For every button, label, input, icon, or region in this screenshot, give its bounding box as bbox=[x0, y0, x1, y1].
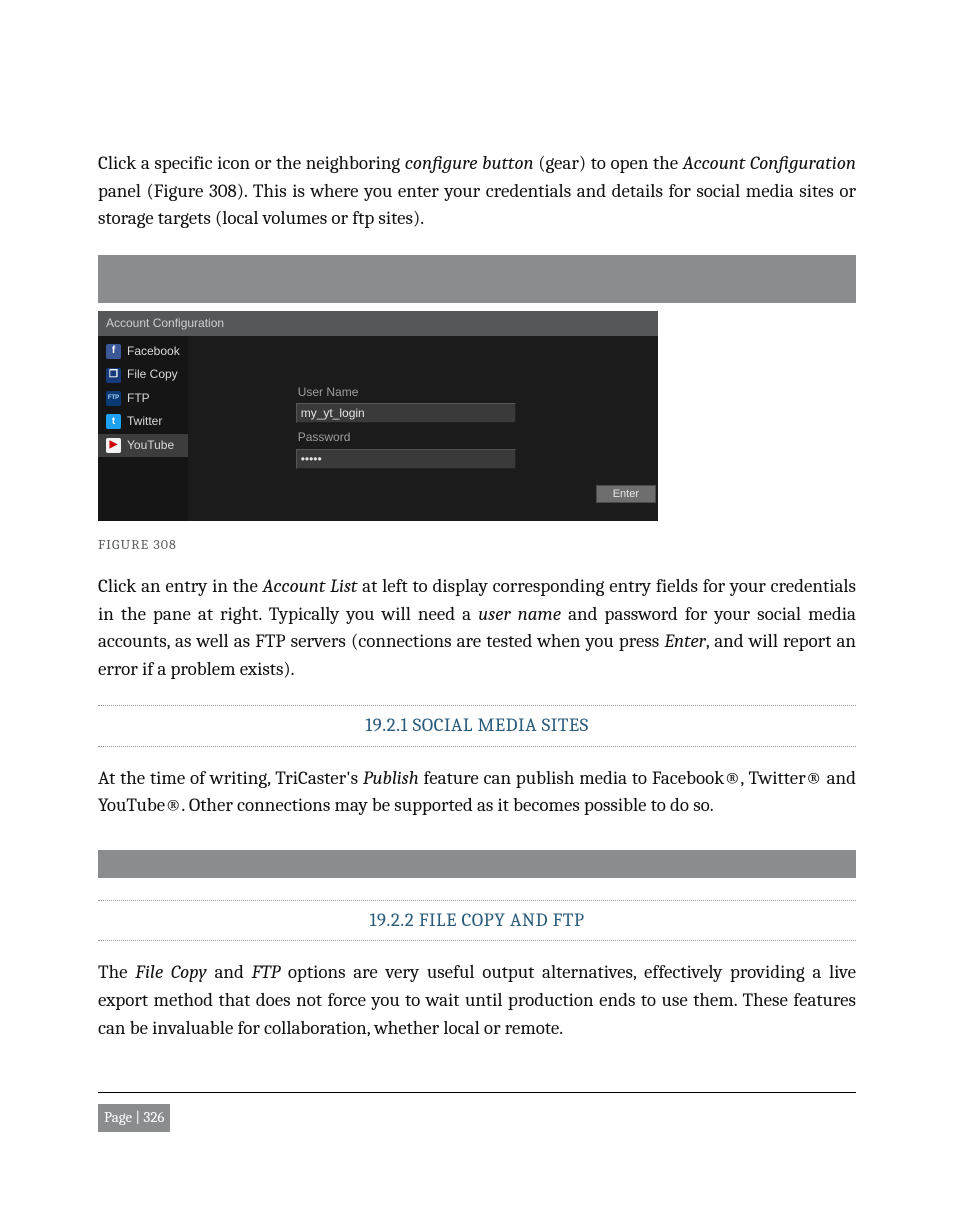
password-field[interactable] bbox=[296, 449, 516, 469]
account-config-screenshot: Account Configuration f Facebook ❐ File … bbox=[98, 311, 658, 521]
social-media-paragraph: At the time of writing, TriCaster's Publ… bbox=[98, 765, 856, 820]
text-run-italic: Account List bbox=[263, 575, 358, 597]
decorative-band bbox=[98, 850, 856, 878]
window-body: f Facebook ❐ File Copy FTP FTP t Twitter… bbox=[98, 336, 658, 521]
page-footer: Page | 326 bbox=[98, 1092, 856, 1132]
file-copy-icon: ❐ bbox=[106, 368, 121, 383]
text-run: At the time of writing, TriCaster's bbox=[98, 767, 363, 789]
file-copy-paragraph: The File Copy and FTP options are very u… bbox=[98, 959, 856, 1042]
section-heading-container: 19.2.2 FILE COPY AND FTP bbox=[98, 900, 856, 942]
ftp-icon: FTP bbox=[106, 391, 121, 406]
username-label: User Name bbox=[296, 384, 656, 401]
text-run: Click a specific icon or the neighboring bbox=[98, 152, 405, 174]
page-number: Page | 326 bbox=[98, 1104, 170, 1132]
intro-paragraph: Click a specific icon or the neighboring… bbox=[98, 150, 856, 233]
text-run: Click an entry in the bbox=[98, 575, 263, 597]
list-item[interactable]: FTP FTP bbox=[98, 387, 188, 410]
list-item-label: Twitter bbox=[127, 413, 162, 430]
twitter-icon: t bbox=[106, 414, 121, 429]
list-item[interactable]: ❐ File Copy bbox=[98, 363, 188, 386]
text-run: panel (Figure 308). This is where you en… bbox=[98, 180, 856, 230]
divider bbox=[98, 940, 856, 941]
window-title: Account Configuration bbox=[98, 311, 658, 336]
username-field[interactable] bbox=[296, 403, 516, 423]
password-label: Password bbox=[296, 429, 656, 446]
section-heading: 19.2.1 SOCIAL MEDIA SITES bbox=[98, 706, 856, 746]
section-heading-container: 19.2.1 SOCIAL MEDIA SITES bbox=[98, 705, 856, 747]
list-item-label: FTP bbox=[127, 390, 150, 407]
text-run-italic: Account Configuration bbox=[683, 152, 856, 174]
text-run-italic: configure button bbox=[405, 152, 534, 174]
text-run-italic: File Copy bbox=[135, 961, 207, 983]
text-run-italic: user name bbox=[478, 603, 561, 625]
list-item-label: YouTube bbox=[127, 437, 174, 454]
decorative-band bbox=[98, 255, 856, 303]
account-list-paragraph: Click an entry in the Account List at le… bbox=[98, 573, 856, 683]
account-list: f Facebook ❐ File Copy FTP FTP t Twitter… bbox=[98, 336, 188, 521]
text-run: and bbox=[207, 961, 252, 983]
text-run: (gear) to open the bbox=[534, 152, 683, 174]
text-run-italic: FTP bbox=[252, 961, 281, 983]
text-run-italic: Publish bbox=[363, 767, 419, 789]
figure-caption: FIGURE 308 bbox=[98, 535, 856, 555]
list-item-label: Facebook bbox=[127, 343, 180, 360]
list-item[interactable]: ▶ YouTube bbox=[98, 434, 188, 457]
text-run: The bbox=[98, 961, 135, 983]
section-heading: 19.2.2 FILE COPY AND FTP bbox=[98, 901, 856, 941]
divider bbox=[98, 746, 856, 747]
text-run-italic: Enter bbox=[664, 630, 705, 652]
youtube-icon: ▶ bbox=[106, 438, 121, 453]
list-item[interactable]: t Twitter bbox=[98, 410, 188, 433]
credentials-pane: User Name Password Enter bbox=[188, 336, 680, 521]
facebook-icon: f bbox=[106, 344, 121, 359]
list-item-label: File Copy bbox=[127, 366, 178, 383]
list-item[interactable]: f Facebook bbox=[98, 340, 188, 363]
enter-button[interactable]: Enter bbox=[596, 485, 656, 503]
